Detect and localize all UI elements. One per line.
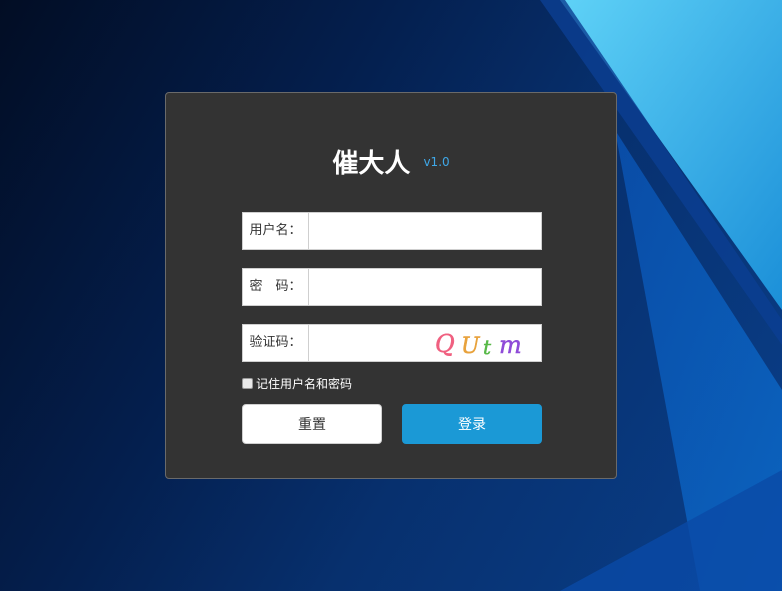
version-label: v1.0 xyxy=(423,154,450,169)
captcha-image[interactable]: Q U t m xyxy=(427,327,539,359)
svg-text:t: t xyxy=(483,335,492,359)
captcha-label: 验证码： xyxy=(243,325,309,361)
remember-me[interactable]: 记住用户名和密码 xyxy=(242,375,352,392)
login-button[interactable]: 登录 xyxy=(402,404,542,444)
svg-text:U: U xyxy=(461,334,481,359)
login-panel: 催大人 v1.0 用户名： 密 码： 验证码： Q U t m 记住用户名和密码… xyxy=(165,92,617,479)
username-label: 用户名： xyxy=(243,213,309,249)
captcha-field: 验证码： Q U t m xyxy=(242,324,542,362)
reset-button[interactable]: 重置 xyxy=(242,404,382,444)
title-row: 催大人 v1.0 xyxy=(166,143,616,183)
remember-checkbox[interactable] xyxy=(242,378,253,389)
app-title: 催大人 xyxy=(332,149,411,179)
username-field: 用户名： xyxy=(242,212,542,250)
captcha-input[interactable] xyxy=(310,325,415,361)
remember-label: 记住用户名和密码 xyxy=(256,377,353,391)
password-label: 密 码： xyxy=(243,269,309,305)
svg-text:Q: Q xyxy=(435,330,455,358)
svg-text:m: m xyxy=(499,331,522,359)
password-input[interactable] xyxy=(310,269,541,305)
username-input[interactable] xyxy=(310,213,541,249)
password-field: 密 码： xyxy=(242,268,542,306)
